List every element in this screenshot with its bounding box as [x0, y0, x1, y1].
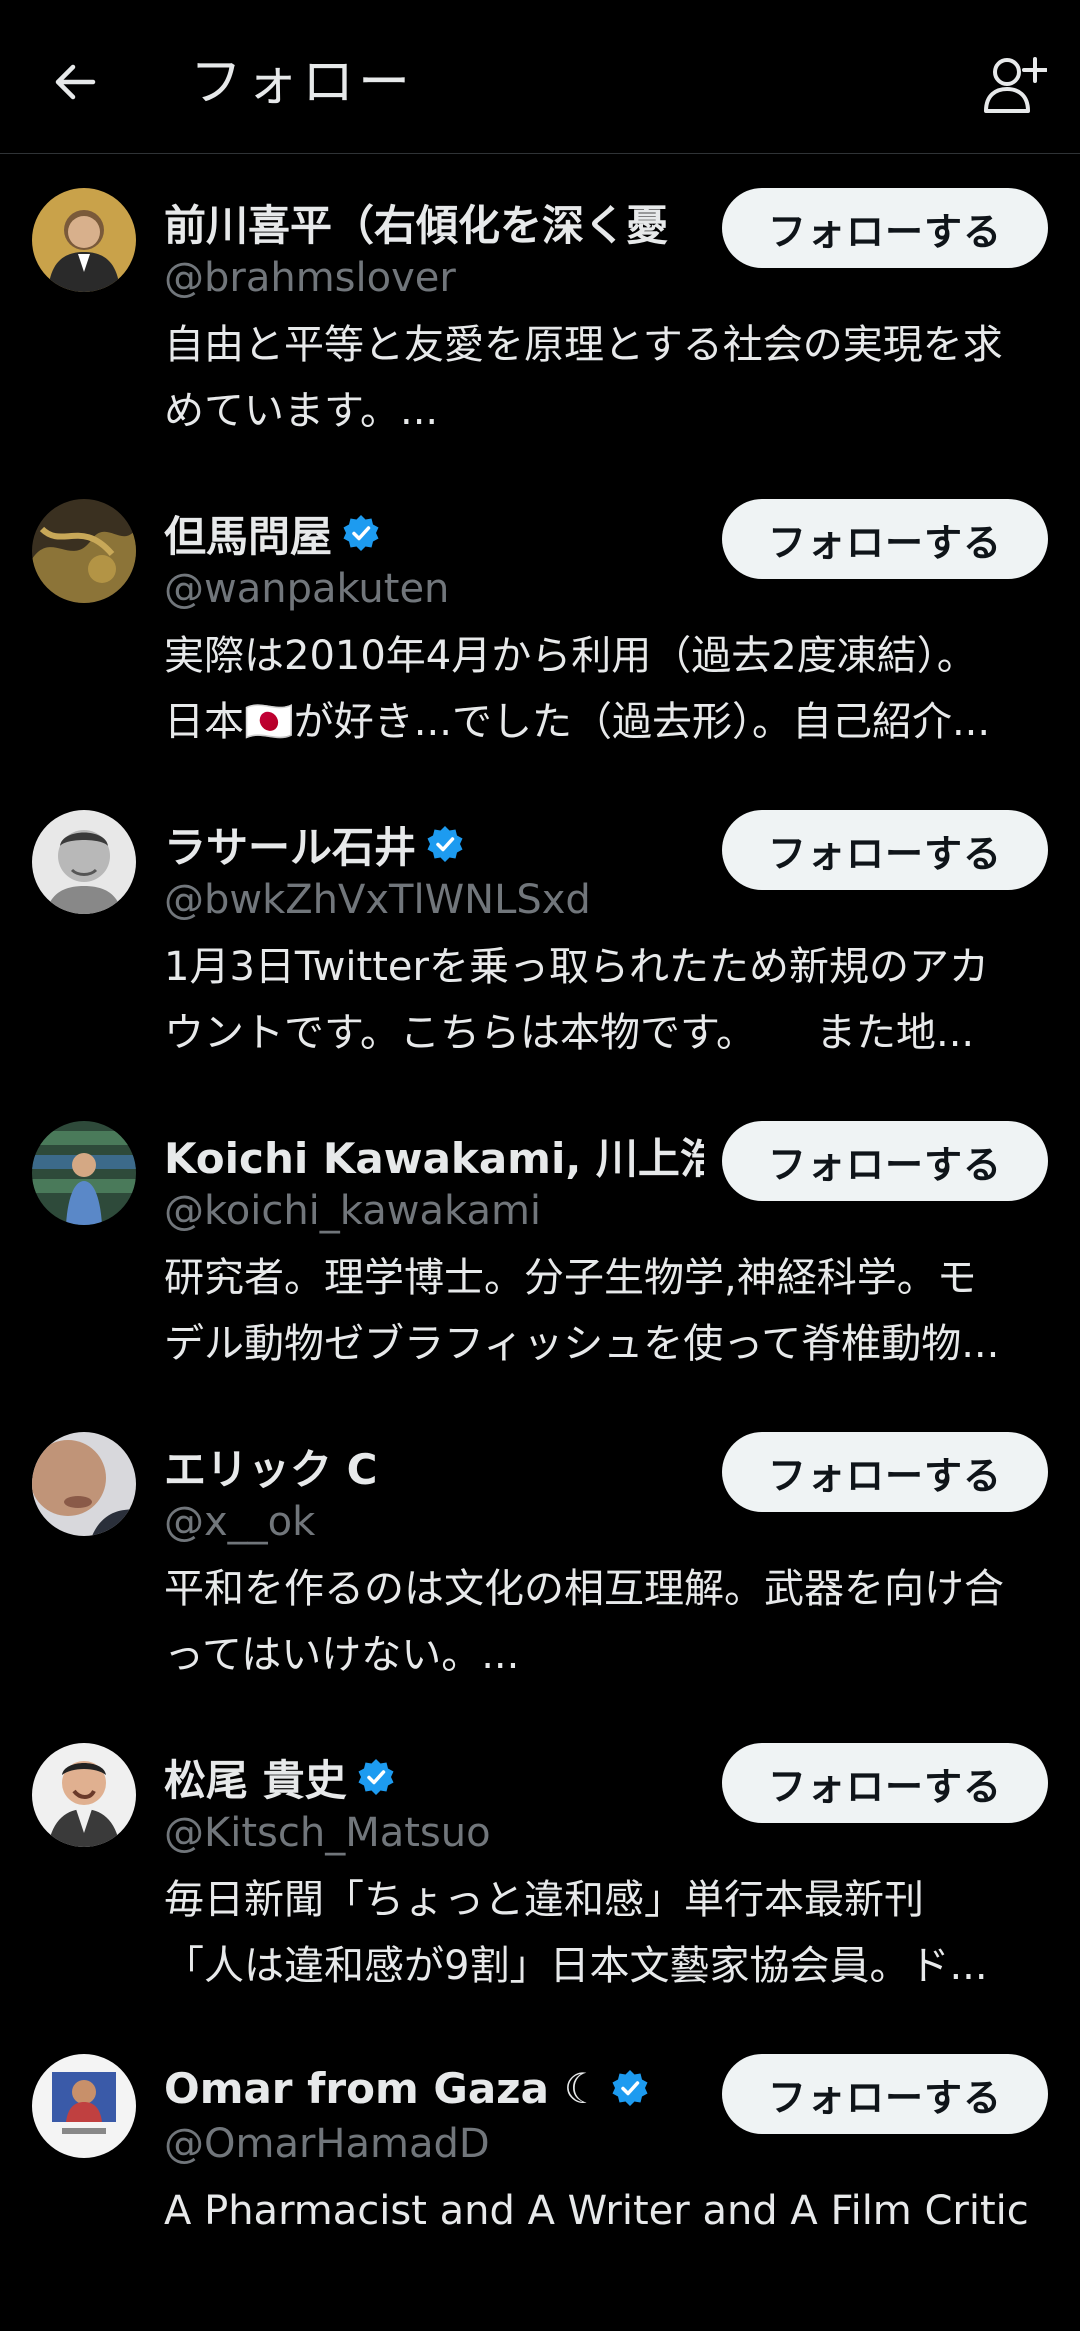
- user-handle: @OmarHamadD: [164, 2121, 490, 2167]
- display-name: Omar from Gaza ☾: [164, 2063, 602, 2113]
- user-row[interactable]: エリック C @x__ok 平和を作るのは文化の相互理解。武器を向け合 ってはい…: [0, 1398, 1080, 1709]
- user-bio: 研究者。理学博士。分子生物学,神経科学。モ デル動物ゼブラフィッシュを使って脊椎…: [164, 1245, 1054, 1377]
- add-user-icon: [984, 57, 1047, 113]
- back-button[interactable]: [40, 47, 110, 117]
- user-handle: @bwkZhVxTlWNLSxd: [164, 877, 591, 923]
- bio-line: A Pharmacist and A Writer and A Film Cri…: [164, 2188, 1029, 2234]
- bio-line: 「人は違和感が9割」日本文藝家協会員。ド...: [164, 1943, 988, 1989]
- follow-button[interactable]: フォローする: [722, 1432, 1048, 1512]
- user-handle: @wanpakuten: [164, 566, 450, 612]
- avatar[interactable]: [32, 499, 136, 603]
- bio-line: 1月3日Twitterを乗っ取られたため新規のアカ: [164, 944, 989, 990]
- bio-line: ってはいけない。...: [164, 1632, 520, 1678]
- user-handle: @x__ok: [164, 1499, 316, 1545]
- user-bio: 実際は2010年4月から利用（過去2度凍結）。 日本🇯🇵が好き...でした（過去…: [164, 623, 1054, 755]
- user-bio: 自由と平等と友愛を原理とする社会の実現を求 めています。...: [164, 312, 1054, 444]
- display-name: 松尾 貴史: [164, 1755, 347, 1805]
- follow-button[interactable]: フォローする: [722, 1743, 1048, 1823]
- display-name: 前川喜平（右傾化を深く憂: [164, 200, 669, 250]
- verified-badge-icon: [343, 515, 379, 551]
- avatar[interactable]: [32, 1743, 136, 1847]
- avatar[interactable]: [32, 1432, 136, 1536]
- bio-line: 研究者。理学博士。分子生物学,神経科学。モ: [164, 1255, 977, 1301]
- verified-badge-icon: [612, 2070, 648, 2106]
- avatar[interactable]: [32, 2054, 136, 2158]
- user-handle: @Kitsch_Matsuo: [164, 1810, 491, 1856]
- user-handle: @brahmslover: [164, 255, 456, 301]
- follow-button[interactable]: フォローする: [722, 188, 1048, 268]
- verified-badge-icon: [427, 826, 463, 862]
- bio-line: 毎日新聞「ちょっと違和感」単行本最新刊: [164, 1877, 924, 1923]
- user-bio: 1月3日Twitterを乗っ取られたため新規のアカ ウントです。こちらは本物です…: [164, 934, 1054, 1066]
- follow-button[interactable]: フォローする: [722, 1121, 1048, 1201]
- display-name: 但馬問屋: [164, 511, 333, 561]
- add-user-button[interactable]: [980, 50, 1050, 120]
- user-bio: 平和を作るのは文化の相互理解。武器を向け合 ってはいけない。...: [164, 1556, 1054, 1688]
- top-app-bar: フォロー: [0, 0, 1080, 154]
- bio-line: 自由と平等と友愛を原理とする社会の実現を求: [164, 322, 1003, 368]
- bio-line: デル動物ゼブラフィッシュを使って脊椎動物...: [164, 1321, 1000, 1367]
- user-row[interactable]: Omar from Gaza ☾ @OmarHamadD A Pharmacis…: [0, 2020, 1080, 2331]
- user-bio: A Pharmacist and A Writer and A Film Cri…: [164, 2178, 1054, 2244]
- user-handle: @koichi_kawakami: [164, 1188, 542, 1234]
- user-bio: 毎日新聞「ちょっと違和感」単行本最新刊 「人は違和感が9割」日本文藝家協会員。ド…: [164, 1867, 1054, 1999]
- bio-line: 日本🇯🇵が好き...でした（過去形）。自己紹介...: [164, 699, 991, 745]
- display-name: エリック C: [164, 1444, 378, 1494]
- verified-badge-icon: [358, 1759, 394, 1795]
- follow-button[interactable]: フォローする: [722, 499, 1048, 579]
- bio-line: 平和を作るのは文化の相互理解。武器を向け合: [164, 1566, 1004, 1612]
- bio-line: ウントです。こちらは本物です。 また地...: [164, 1010, 975, 1056]
- user-row[interactable]: ラサール石井 @bwkZhVxTlWNLSxd 1月3日Twitterを乗っ取ら…: [0, 776, 1080, 1087]
- arrow-left-icon: [55, 64, 96, 100]
- avatar[interactable]: [32, 1121, 136, 1225]
- avatar[interactable]: [32, 188, 136, 292]
- follow-button[interactable]: フォローする: [722, 810, 1048, 890]
- bio-line: めています。...: [164, 388, 439, 434]
- display-name: ラサール石井: [164, 822, 417, 872]
- display-name: Koichi Kawakami, 川上浩一: [164, 1133, 704, 1183]
- user-row[interactable]: 前川喜平（右傾化を深く憂 @brahmslover 自由と平等と友愛を原理とする…: [0, 154, 1080, 465]
- page-title: フォロー: [190, 53, 415, 113]
- user-row[interactable]: Koichi Kawakami, 川上浩一 @koichi_kawakami 研…: [0, 1087, 1080, 1398]
- bio-line: 実際は2010年4月から利用（過去2度凍結）。: [164, 633, 977, 679]
- user-row[interactable]: 但馬問屋 @wanpakuten 実際は2010年4月から利用（過去2度凍結）。…: [0, 465, 1080, 776]
- follow-button[interactable]: フォローする: [722, 2054, 1048, 2134]
- user-row[interactable]: 松尾 貴史 @Kitsch_Matsuo 毎日新聞「ちょっと違和感」単行本最新刊…: [0, 1709, 1080, 2020]
- avatar[interactable]: [32, 810, 136, 914]
